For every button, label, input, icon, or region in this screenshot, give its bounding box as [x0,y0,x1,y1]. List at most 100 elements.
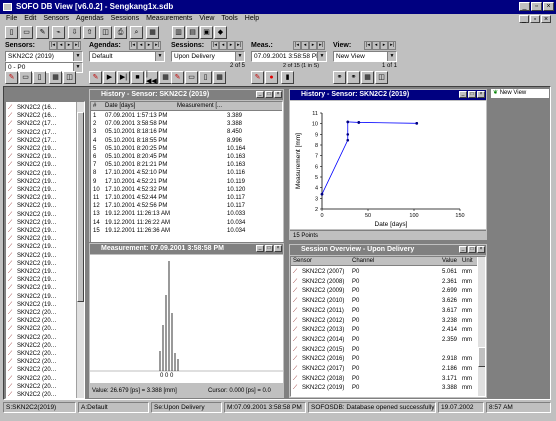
bars-icon[interactable]: ▮ [281,71,294,84]
sensor-list[interactable]: ⟋ SKN2C2 (16… ⟋ SKN2C2 (16… ⟋ SKN2C2 (17… ⟋ SKN… [5,101,85,399]
pencil-icon[interactable]: ✎ [5,71,18,84]
agendas-first-icon[interactable]: |◂ [129,41,137,50]
new-view-item[interactable]: ❦ New View [491,89,549,98]
sensor-list-item[interactable]: ⟋ SKN2C2 (19… [8,161,57,169]
view-prev-icon[interactable]: ◂ [372,41,380,50]
col-unit-header[interactable]: Unit [462,257,473,266]
binoculars-icon[interactable]: ⚭ [333,71,346,84]
table-row[interactable]: ⟋ SKN2C2 (2017) P0 2.186 mm [291,365,477,373]
sessions-select[interactable]: Upon Delivery ▼ [171,51,245,62]
session-scroll-thumb[interactable] [478,347,485,367]
menu-help[interactable]: Help [245,14,259,24]
table-row[interactable]: ⟋ SKN2C2 (2016) P0 2.918 mm [291,355,477,363]
view-select[interactable]: New View ▼ [333,51,397,62]
sensor-list-item[interactable]: ⟋ SKN2C2 (20… [8,391,57,398]
chart2-icon[interactable]: ◫ [375,71,388,84]
table-icon[interactable]: ▦ [146,26,159,39]
maximize-icon[interactable]: □ [468,91,476,98]
minimize-button[interactable]: _ [519,2,530,11]
table-row[interactable]: 10 17.10.2001 4:52:32 PM 10.120 [91,186,282,194]
view-next-icon[interactable]: ▸ [380,41,388,50]
minimize-icon[interactable]: _ [256,91,264,98]
grid3-icon[interactable]: ▦ [213,71,226,84]
sensor-list-item[interactable]: ⟋ SKN2C2 (17… [8,120,57,128]
meas-first-icon[interactable]: |◂ [293,41,301,50]
table-row[interactable]: 9 17.10.2001 4:52:21 PM 10.119 [91,178,282,186]
sensor-list-item[interactable]: ⟋ SKN2C2 (19… [8,301,57,309]
session-remove-icon[interactable]: ▯ [199,71,212,84]
agendas-prev-icon[interactable]: ◂ [137,41,145,50]
menu-measurements[interactable]: Measurements [146,14,192,24]
menu-view[interactable]: View [199,14,214,24]
table-row[interactable]: 12 17.10.2001 4:52:56 PM 10.117 [91,202,282,210]
sensor-list-item[interactable]: ⟋ SKN2C2 (20… [8,358,57,366]
sensor-list-item[interactable]: ⟋ SKN2C2 (20… [8,366,57,374]
table-row[interactable]: ⟋ SKN2C2 (2013) P0 2.414 mm [291,326,477,334]
table-row[interactable]: 13 19.12.2001 11:26:13 AM 10.033 [91,210,282,218]
open-icon[interactable]: ▭ [20,26,33,39]
sensor-list-item[interactable]: ⟋ SKN2C2 (20… [8,325,57,333]
mdi-minimize-button[interactable]: _ [519,15,529,23]
stop-icon[interactable]: ■ [131,71,144,84]
sensor-list-item[interactable]: ⟋ SKN2C2 (19… [8,145,57,153]
preview-icon[interactable]: ⌕ [130,26,143,39]
history-table[interactable]: # Date [days] Measurement [... 1 07.09.20… [90,101,283,254]
sensors-last-icon[interactable]: ▸| [73,41,81,50]
sensor-list-item[interactable]: ⟋ SKN2C2 (16… [8,104,57,112]
sensor-list-item[interactable]: ⟋ SKN2C2 (19… [8,219,57,227]
minimize-icon[interactable]: _ [459,91,467,98]
meas-select[interactable]: 07.09.2001 3:58:58 PM ▼ [251,51,327,62]
table-row[interactable]: 7 05.10.2001 8:21:21 PM 10.163 [91,161,282,169]
play-icon[interactable]: ▶ [103,71,116,84]
restore-button[interactable]: ▫ [531,2,542,11]
sensor-list-item[interactable]: ⟋ SKN2C2 (19… [8,252,57,260]
agendas-select[interactable]: Default ▼ [89,51,165,62]
sessions-last-icon[interactable]: ▸| [235,41,243,50]
sensors-prev-icon[interactable]: ◂ [57,41,65,50]
measurement-chart[interactable] [90,255,283,383]
table-row[interactable]: ⟋ SKN2C2 (2019) P0 3.388 mm [291,384,477,392]
sensors-first-icon[interactable]: |◂ [49,41,57,50]
sensors-select[interactable]: SKN2C2 (2019) ▼ [5,51,83,62]
menu-sessions[interactable]: Sessions [111,14,139,24]
rewind-icon[interactable]: |◀◀ [145,71,158,85]
table-row[interactable]: 4 05.10.2001 8:18:55 PM 8.996 [91,137,282,145]
sensor-list-item[interactable]: ⟋ SKN2C2 (20… [8,317,57,325]
sensor-list-item[interactable]: ⟋ SKN2C2 (19… [8,260,57,268]
print-icon[interactable]: ⎙ [114,26,127,39]
export-icon[interactable]: ⇧ [83,26,96,39]
sensor-list-item[interactable]: ⟋ SKN2C2 (19… [8,293,57,301]
table-row[interactable]: 2 07.09.2001 3:58:58 PM 3.388 [91,120,282,128]
sensor-list-item[interactable]: ⟋ SKN2C2 (17… [8,129,57,137]
agendas-next-icon[interactable]: ▸ [145,41,153,50]
menu-sensors[interactable]: Sensors [43,14,69,24]
sensor-list-item[interactable]: ⟋ SKN2C2 (17… [8,137,57,145]
sensor-list-item[interactable]: ⟋ SKN2C2 (20… [8,350,57,358]
pencil2-icon[interactable]: ✎ [89,71,102,84]
import-icon[interactable]: ⇩ [68,26,81,39]
sensor-list-item[interactable]: ⟋ SKN2C2 (19… [8,227,57,235]
table-row[interactable]: 5 05.10.2001 8:20:25 PM 10.164 [91,145,282,153]
col-index-header[interactable]: # [93,102,96,111]
view-first-icon[interactable]: |◂ [364,41,372,50]
sensor-list-item[interactable]: ⟋ SKN2C2 (20… [8,334,57,342]
table-row[interactable]: ⟋ SKN2C2 (2018) P0 3.171 mm [291,375,477,383]
menu-file[interactable]: File [6,14,17,24]
sensor-add-icon[interactable]: ▭ [19,71,32,84]
table-row[interactable]: ⟋ SKN2C2 (2014) P0 2.359 mm [291,336,477,344]
sensor-list-item[interactable]: ⟋ SKN2C2 (19… [8,284,57,292]
table-row[interactable]: ⟋ SKN2C2 (2010) P0 3.626 mm [291,297,477,305]
menu-agendas[interactable]: Agendas [76,14,104,24]
sensor-list-item[interactable]: ⟋ SKN2C2 (19… [8,170,57,178]
table-row[interactable]: ⟋ SKN2C2 (2008) P0 2.361 mm [291,278,477,286]
sensor-list-item[interactable]: ⟋ SKN2C2 (20… [8,383,57,391]
close-icon[interactable]: × [477,91,485,98]
pencil3-icon[interactable]: ✎ [171,71,184,84]
sensor-list-item[interactable]: ⟋ SKN2C2 (19… [8,178,57,186]
meas-next-icon[interactable]: ▸ [309,41,317,50]
step-icon[interactable]: ▶| [117,71,130,84]
sensor-list-item[interactable]: ⟋ SKN2C2 (19… [8,243,57,251]
session-add-icon[interactable]: ▭ [185,71,198,84]
mdi-restore-button[interactable]: ▫ [530,15,540,23]
table-row[interactable]: 8 17.10.2001 4:52:10 PM 10.116 [91,169,282,177]
